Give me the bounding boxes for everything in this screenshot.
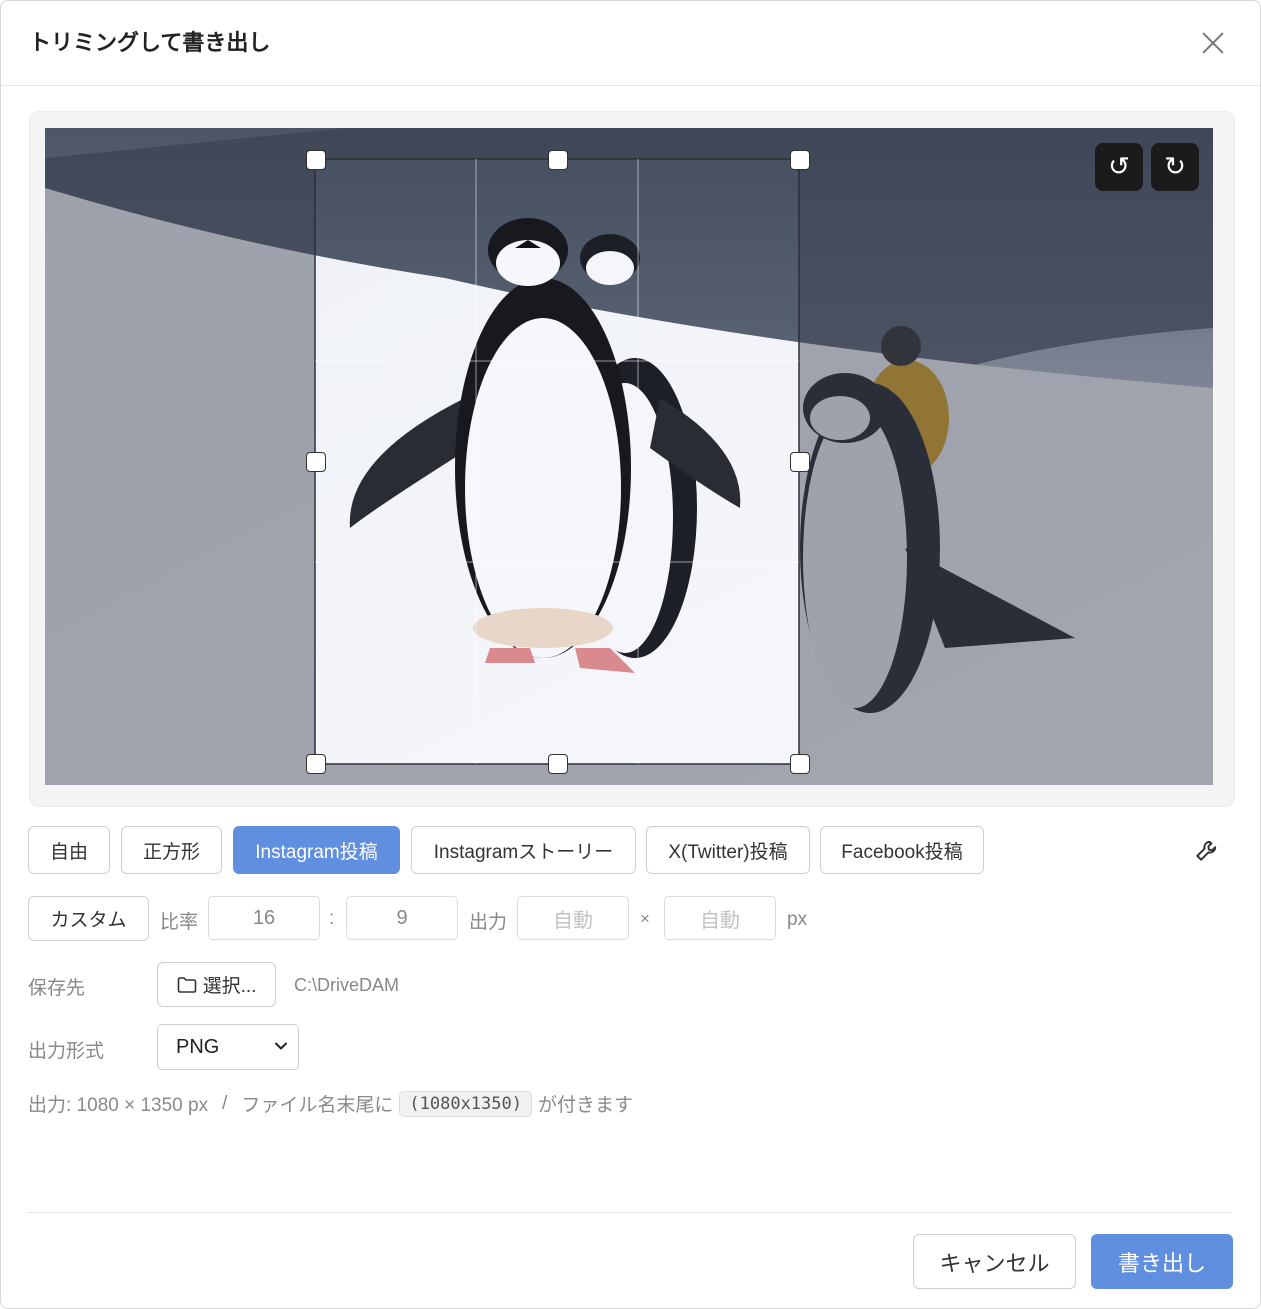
- px-unit-label: px: [787, 909, 808, 930]
- chevron-down-icon: [275, 1042, 287, 1050]
- choose-folder-button[interactable]: 選択...: [157, 962, 276, 1007]
- dialog-title: トリミングして書き出し: [29, 31, 271, 56]
- crop-handle-bottom[interactable]: [548, 754, 568, 774]
- save-path: C:\DriveDAM: [294, 975, 400, 995]
- ratio-width-input[interactable]: 16: [208, 896, 320, 940]
- crop-handle-top-right[interactable]: [790, 150, 810, 170]
- output-height-input[interactable]: 自動: [664, 896, 776, 940]
- output-format-label: 出力形式: [28, 1041, 105, 1062]
- close-icon[interactable]: [1197, 27, 1229, 59]
- export-button[interactable]: 書き出し: [1091, 1234, 1233, 1289]
- summary-separator: /: [222, 1092, 228, 1114]
- choose-folder-label: 選択...: [202, 976, 257, 997]
- crop-handle-top[interactable]: [548, 150, 568, 170]
- crop-handle-top-left[interactable]: [306, 150, 326, 170]
- times-sign: ×: [640, 909, 650, 928]
- ratio-height-input[interactable]: 9: [346, 896, 458, 940]
- wrench-icon[interactable]: [1193, 838, 1219, 864]
- preset-x-twitter-button[interactable]: X(Twitter)投稿: [646, 826, 810, 874]
- rotate-right-button[interactable]: ↻: [1151, 143, 1199, 191]
- crop-handle-right[interactable]: [790, 452, 810, 472]
- preset-instagram-story-button[interactable]: Instagramストーリー: [411, 826, 636, 874]
- penguin-photo: [45, 128, 1213, 785]
- preset-facebook-button[interactable]: Facebook投稿: [820, 826, 984, 874]
- suffix-tail-text: が付きます: [537, 1095, 633, 1116]
- ratio-label: 比率: [160, 912, 199, 933]
- preset-instagram-post-button[interactable]: Instagram投稿: [233, 826, 400, 874]
- custom-button[interactable]: カスタム: [28, 896, 149, 941]
- rotate-left-button[interactable]: ↺: [1095, 143, 1143, 191]
- cancel-button[interactable]: キャンセル: [913, 1234, 1076, 1289]
- output-size-label: 出力: [469, 912, 508, 933]
- suffix-code: (1080x1350): [399, 1090, 532, 1117]
- folder-icon: [177, 976, 196, 993]
- crop-handle-bottom-left[interactable]: [306, 754, 326, 774]
- footer-divider: [28, 1212, 1232, 1213]
- dialog-header: トリミングして書き出し: [1, 1, 1260, 86]
- crop-handle-left[interactable]: [306, 452, 326, 472]
- preset-square-button[interactable]: 正方形: [121, 826, 222, 874]
- output-width-input[interactable]: 自動: [517, 896, 629, 940]
- save-destination-label: 保存先: [28, 978, 86, 999]
- crop-handle-bottom-right[interactable]: [790, 754, 810, 774]
- preset-free-button[interactable]: 自由: [28, 826, 110, 874]
- output-size-text: 出力: 1080 × 1350 px: [28, 1095, 209, 1116]
- output-summary: 出力: 1080 × 1350 px / ファイル名末尾に (1080x1350…: [28, 1090, 633, 1117]
- suffix-prefix-text: ファイル名末尾に: [241, 1095, 394, 1116]
- output-format-value: PNG: [176, 1035, 220, 1058]
- ratio-separator: :: [329, 908, 335, 929]
- output-format-select[interactable]: PNG: [157, 1024, 299, 1070]
- crop-image[interactable]: [45, 128, 1213, 785]
